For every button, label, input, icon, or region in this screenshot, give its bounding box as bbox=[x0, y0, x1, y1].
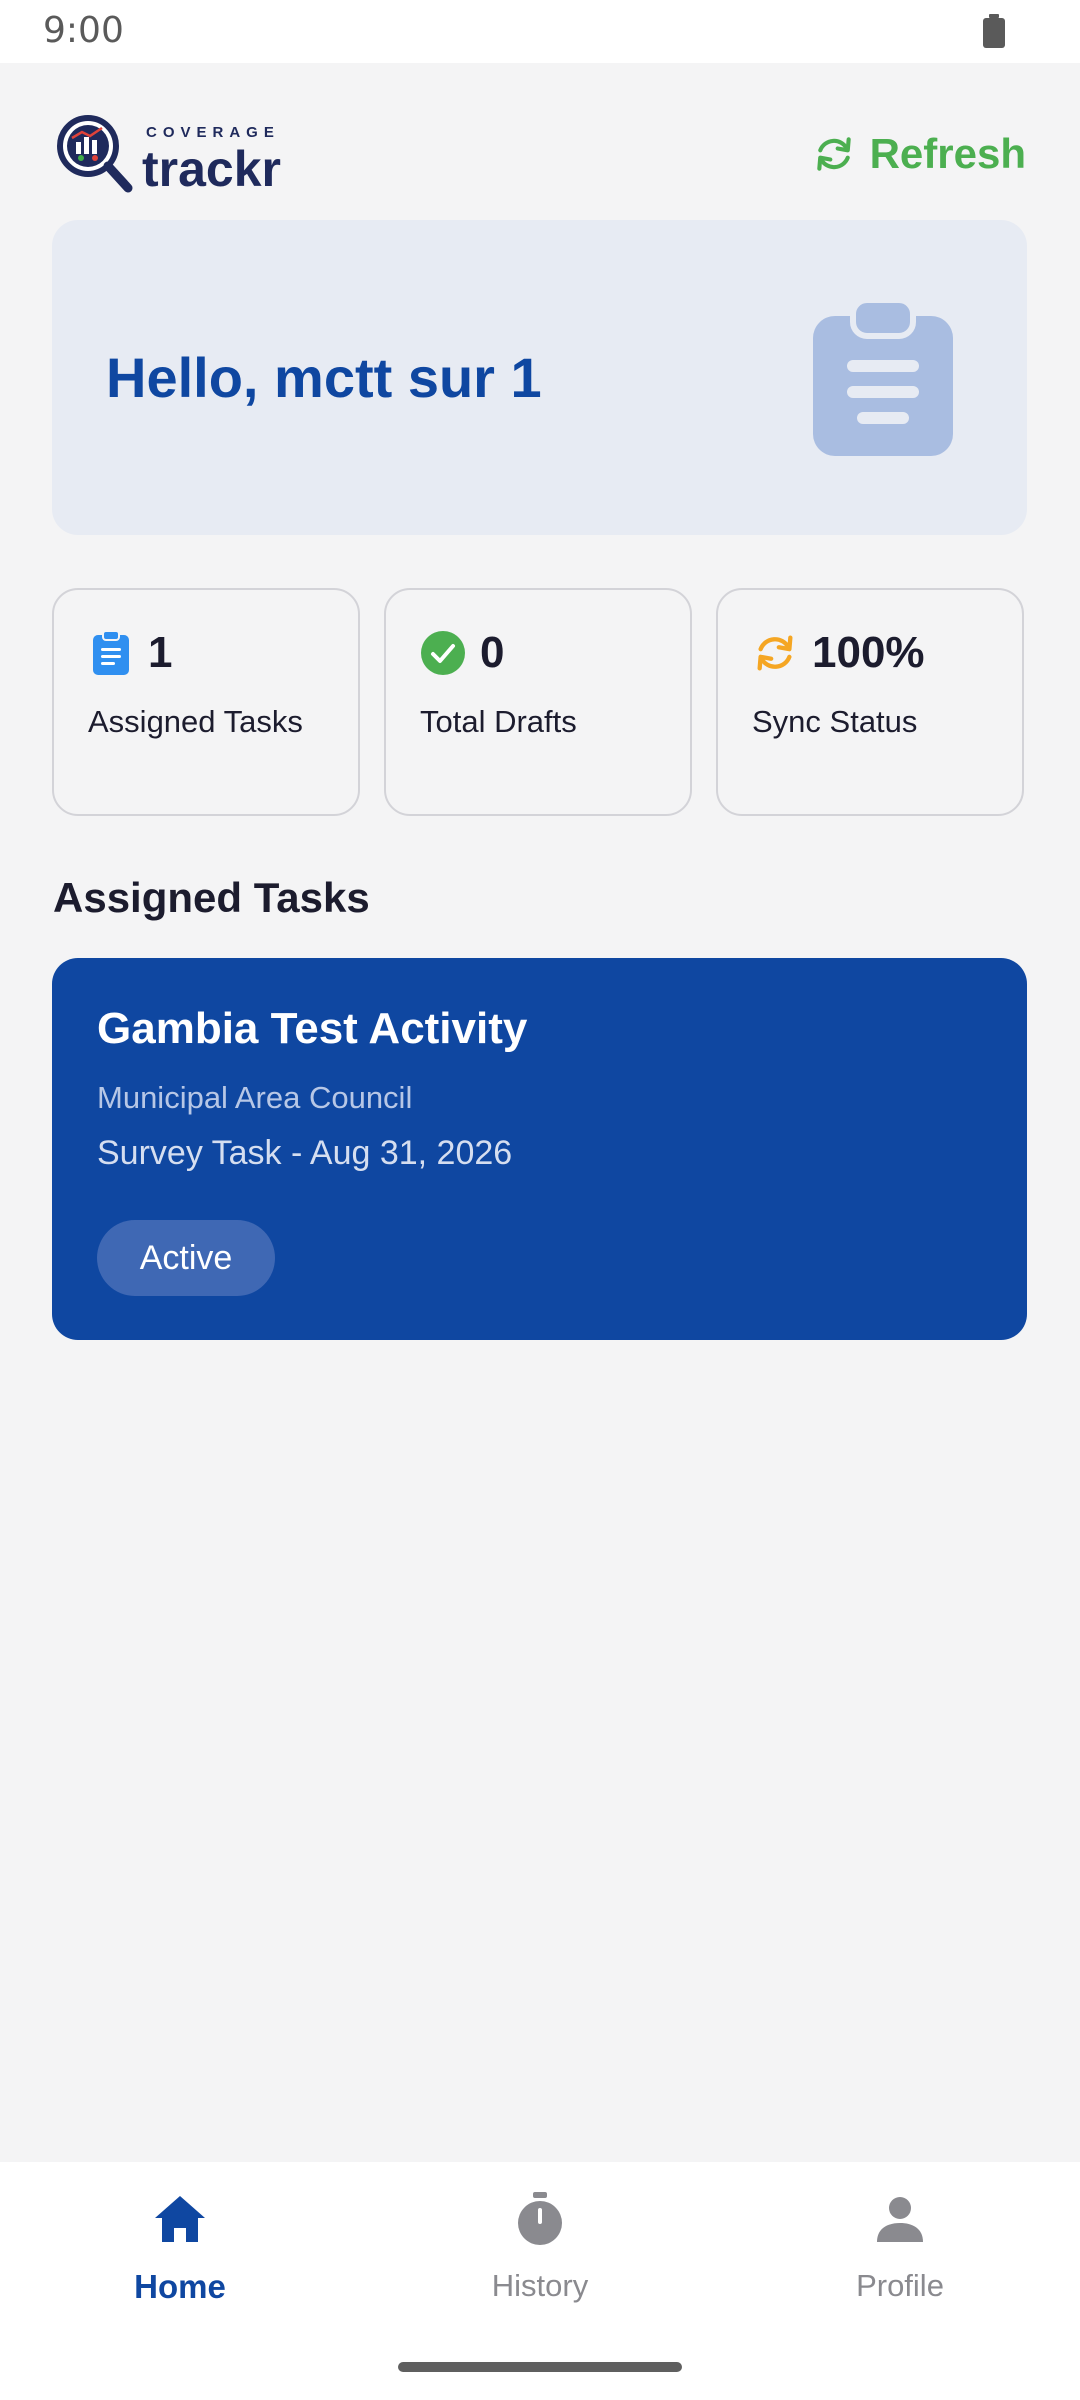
nav-item-profile[interactable]: Profile bbox=[720, 2190, 1080, 2320]
app-logo: COVERAGE trackr bbox=[54, 112, 284, 197]
stat-card-sync-status: 100% Sync Status bbox=[716, 588, 1024, 816]
section-title-assigned-tasks: Assigned Tasks bbox=[53, 874, 370, 921]
clipboard-icon bbox=[813, 300, 953, 456]
status-time: 9:00 bbox=[43, 10, 124, 51]
home-icon bbox=[155, 2196, 205, 2242]
status-badge: Active bbox=[97, 1220, 275, 1296]
task-title: Gambia Test Activity bbox=[97, 1004, 528, 1053]
stat-label: Total Drafts bbox=[420, 704, 577, 739]
nav-item-history[interactable]: History bbox=[360, 2190, 720, 2320]
stat-card-total-drafts: 0 Total Drafts bbox=[384, 588, 692, 816]
nav-label: Profile bbox=[856, 2268, 944, 2303]
greeting-text: Hello, mctt sur 1 bbox=[106, 346, 542, 409]
stat-card-assigned-tasks: 1 Assigned Tasks bbox=[52, 588, 360, 816]
home-indicator bbox=[398, 2362, 682, 2372]
nav-item-home[interactable]: Home bbox=[0, 2190, 360, 2320]
status-bar: 9:00 bbox=[0, 0, 1080, 63]
stat-value: 0 bbox=[480, 628, 505, 677]
magnifier-logo-icon bbox=[57, 115, 133, 193]
nav-label: Home bbox=[134, 2268, 226, 2305]
task-card[interactable]: Gambia Test Activity Municipal Area Coun… bbox=[52, 958, 1027, 1340]
greeting-card: Hello, mctt sur 1 bbox=[52, 220, 1027, 535]
refresh-label: Refresh bbox=[869, 130, 1026, 177]
refresh-button[interactable]: Refresh bbox=[812, 124, 1026, 184]
refresh-icon bbox=[816, 137, 851, 171]
stat-value: 1 bbox=[148, 628, 173, 677]
stopwatch-icon bbox=[518, 2192, 562, 2245]
stat-label: Sync Status bbox=[752, 704, 918, 739]
stat-label: Assigned Tasks bbox=[88, 704, 303, 739]
sync-icon bbox=[757, 635, 793, 671]
task-organization: Municipal Area Council bbox=[97, 1080, 413, 1115]
check-circle-icon bbox=[421, 631, 465, 675]
stat-value: 100% bbox=[812, 628, 925, 677]
person-icon bbox=[877, 2197, 923, 2242]
logo-wordmark: trackr bbox=[142, 141, 281, 197]
logo-small-text: COVERAGE bbox=[146, 124, 280, 141]
task-meta: Survey Task - Aug 31, 2026 bbox=[97, 1134, 513, 1172]
battery-icon bbox=[983, 14, 1005, 48]
clipboard-icon bbox=[93, 630, 129, 675]
nav-label: History bbox=[491, 2268, 589, 2303]
